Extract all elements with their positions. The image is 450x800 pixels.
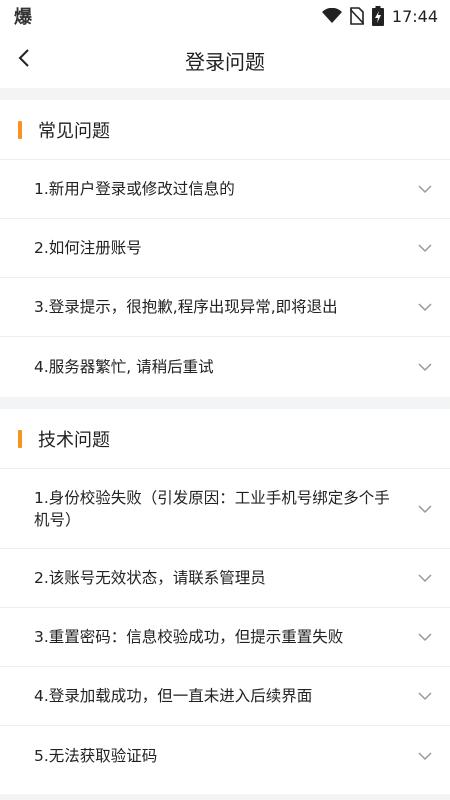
status-icons: 17:44: [321, 6, 438, 26]
faq-item[interactable]: 4.服务器繁忙, 请稍后重试: [0, 337, 450, 396]
faq-item[interactable]: 1.身份校验失败（引发原因：工业手机号绑定多个手机号）: [0, 469, 450, 549]
faq-item[interactable]: 3.重置密码：信息校验成功，但提示重置失败: [0, 608, 450, 667]
faq-item[interactable]: 3.登录提示，很抱歉,程序出现异常,即将退出: [0, 278, 450, 337]
chevron-down-icon: [418, 692, 432, 701]
faq-item-label: 3.重置密码：信息校验成功，但提示重置失败: [34, 628, 344, 646]
section-header: 常见问题: [0, 100, 450, 160]
faq-item[interactable]: 2.如何注册账号: [0, 219, 450, 278]
faq-item-label: 5.无法获取验证码: [34, 746, 158, 765]
faq-item[interactable]: 1.新用户登录或修改过信息的: [0, 160, 450, 219]
chevron-down-icon: [418, 244, 432, 253]
faq-item[interactable]: 5.无法获取验证码: [0, 726, 450, 785]
section-common-questions: 常见问题 1.新用户登录或修改过信息的 2.如何注册账号 3.登录提示，很抱歉,…: [0, 100, 450, 397]
faq-item-label: 2.该账号无效状态，请联系管理员: [34, 569, 266, 587]
status-bar: 爆 17:44: [0, 0, 450, 32]
chevron-down-icon: [418, 504, 432, 513]
faq-item-label: 4.登录加载成功，但一直未进入后续界面: [34, 687, 313, 705]
chevron-left-icon: [17, 48, 31, 72]
section-technical-questions: 技术问题 1.身份校验失败（引发原因：工业手机号绑定多个手机号） 2.该账号无效…: [0, 409, 450, 794]
status-time: 17:44: [391, 6, 438, 26]
faq-item-label: 2.如何注册账号: [34, 239, 142, 257]
section-title: 常见问题: [38, 120, 110, 142]
battery-charging-icon: [371, 6, 384, 26]
faq-item[interactable]: 2.该账号无效状态，请联系管理员: [0, 549, 450, 608]
chevron-down-icon: [418, 574, 432, 583]
page-title: 登录问题: [185, 49, 265, 74]
no-sim-icon: [349, 7, 364, 25]
chevron-down-icon: [418, 362, 432, 371]
faq-item-label: 1.身份校验失败（引发原因：工业手机号绑定多个手机号）: [34, 488, 390, 529]
chevron-down-icon: [418, 185, 432, 194]
status-app-glyph: 爆: [14, 7, 32, 28]
faq-item-label: 3.登录提示，很抱歉,程序出现异常,即将退出: [34, 298, 338, 316]
chevron-down-icon: [418, 303, 432, 312]
wifi-icon: [321, 8, 342, 24]
section-header: 技术问题: [0, 409, 450, 469]
faq-item[interactable]: 4.登录加载成功，但一直未进入后续界面: [0, 667, 450, 726]
nav-bar: 登录问题: [0, 32, 450, 88]
section-title: 技术问题: [38, 429, 110, 451]
faq-item-label: 4.服务器繁忙, 请稍后重试: [34, 357, 214, 376]
accent-bar: [18, 429, 22, 448]
back-button[interactable]: [8, 44, 40, 76]
chevron-down-icon: [418, 633, 432, 642]
faq-item-label: 1.新用户登录或修改过信息的: [34, 180, 235, 198]
chevron-down-icon: [418, 751, 432, 760]
accent-bar: [18, 120, 22, 139]
